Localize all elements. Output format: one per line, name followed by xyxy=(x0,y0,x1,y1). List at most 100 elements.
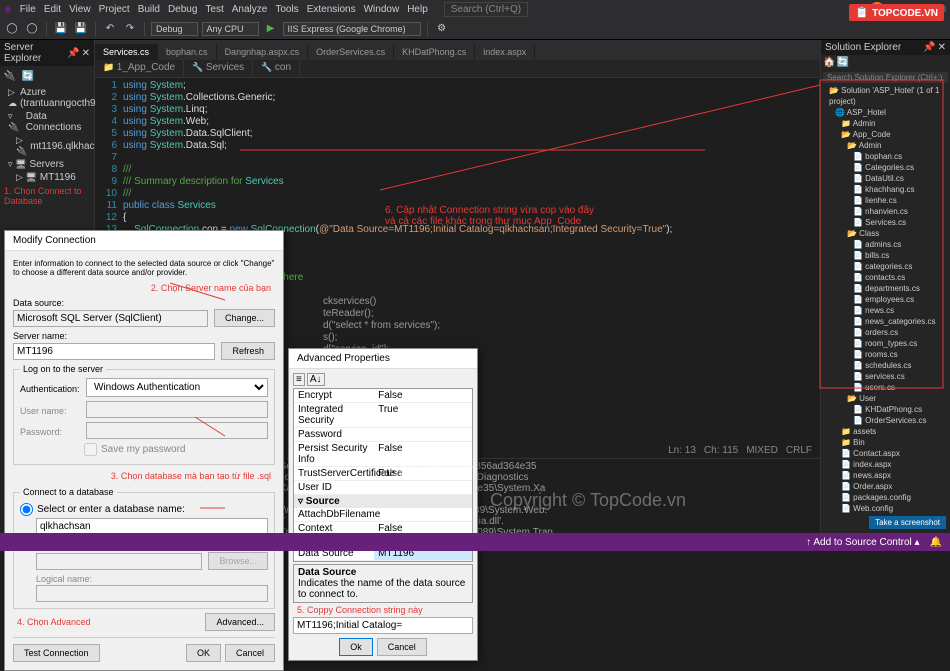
sln-item[interactable]: 📄 news_categories.cs xyxy=(821,316,950,327)
subtab-appcode[interactable]: 📁 1_App_Code xyxy=(95,60,184,77)
dialog1-cancel-button[interactable]: Cancel xyxy=(225,644,275,662)
sln-item[interactable]: 📁 Bin xyxy=(821,437,950,448)
sln-item[interactable]: 📄 room_types.cs xyxy=(821,338,950,349)
tab-services[interactable]: Services.cs xyxy=(95,44,158,60)
connect-icon[interactable]: 🔌 xyxy=(2,68,18,84)
sln-item[interactable]: 📄 admins.cs xyxy=(821,239,950,250)
platform-combo[interactable]: Any CPU xyxy=(202,22,259,36)
menu-window[interactable]: Window xyxy=(364,4,400,15)
menu-extensions[interactable]: Extensions xyxy=(307,4,356,15)
menu-file[interactable]: File xyxy=(20,4,36,15)
tree-data-connections[interactable]: ▿ 🔌 Data Connections xyxy=(0,110,94,134)
server-name-combo[interactable] xyxy=(13,343,215,360)
undo-icon[interactable]: ↶ xyxy=(102,21,118,37)
redo-icon[interactable]: ↷ xyxy=(122,21,138,37)
tree-servers[interactable]: ▿ 🖥 Servers xyxy=(0,158,94,171)
sln-item[interactable]: 📄 rooms.cs xyxy=(821,349,950,360)
menu-analyze[interactable]: Analyze xyxy=(232,4,268,15)
menu-project[interactable]: Project xyxy=(99,4,130,15)
tab-bophan[interactable]: bophan.cs xyxy=(158,44,217,60)
play-icon[interactable]: ▶ xyxy=(263,21,279,37)
sln-item[interactable]: 📄 services.cs xyxy=(821,371,950,382)
subtab-services[interactable]: 🔧 Services xyxy=(184,60,253,77)
tool-icon[interactable]: ⚙ xyxy=(434,21,450,37)
config-combo[interactable]: Debug xyxy=(151,22,198,36)
screenshot-button[interactable]: Take a screenshot xyxy=(869,516,946,529)
refresh-icon[interactable]: 🔄 xyxy=(20,68,36,84)
sln-item[interactable]: 📄 khachhang.cs xyxy=(821,184,950,195)
solution-search[interactable]: Search Solution Explorer (Ctrl+;) xyxy=(823,72,948,83)
categorize-icon[interactable]: ≡ xyxy=(293,373,305,386)
sln-item[interactable]: 📄 orders.cs xyxy=(821,327,950,338)
sln-item[interactable]: 📄 bills.cs xyxy=(821,250,950,261)
sln-item[interactable]: 📂 Class xyxy=(821,228,950,239)
sln-item[interactable]: 📄 DataUtil.cs xyxy=(821,173,950,184)
sln-item[interactable]: 📂 User xyxy=(821,393,950,404)
sln-item[interactable]: 📂 Admin xyxy=(821,140,950,151)
change-button[interactable]: Change... xyxy=(214,309,275,327)
sln-item[interactable]: 📄 users.cs xyxy=(821,382,950,393)
sln-item[interactable]: 📄 employees.cs xyxy=(821,294,950,305)
forward-icon[interactable]: ◯ xyxy=(24,21,40,37)
menu-tools[interactable]: Tools xyxy=(275,4,298,15)
menu-test[interactable]: Test xyxy=(205,4,223,15)
menu-debug[interactable]: Debug xyxy=(168,4,197,15)
save-icon[interactable]: 💾 xyxy=(53,21,69,37)
sln-item[interactable]: 📄 KHDatPhong.cs xyxy=(821,404,950,415)
sln-item[interactable]: 📄 news.aspx xyxy=(821,470,950,481)
menu-build[interactable]: Build xyxy=(138,4,160,15)
sln-item[interactable]: 📄 OrderServices.cs xyxy=(821,415,950,426)
tab-orderservices[interactable]: OrderServices.cs xyxy=(308,44,394,60)
notifications-icon[interactable]: 🔔 xyxy=(930,537,942,548)
close-icon[interactable]: ✕ xyxy=(938,42,946,53)
connection-string-input[interactable] xyxy=(293,617,473,634)
tab-khdatphong[interactable]: KHDatPhong.cs xyxy=(394,44,475,60)
saveall-icon[interactable]: 💾 xyxy=(73,21,89,37)
sln-item[interactable]: 📄 news.cs xyxy=(821,305,950,316)
dialog2-ok-button[interactable]: Ok xyxy=(339,638,373,656)
sln-item[interactable]: 📂 App_Code xyxy=(821,129,950,140)
dialog1-ok-button[interactable]: OK xyxy=(186,644,221,662)
sln-item[interactable]: 📁 assets xyxy=(821,426,950,437)
launch-combo[interactable]: IIS Express (Google Chrome) xyxy=(283,22,421,36)
sln-item[interactable]: 📄 nhanvien.cs xyxy=(821,206,950,217)
subtab-con[interactable]: 🔧 con xyxy=(253,60,300,77)
refresh-button[interactable]: Refresh xyxy=(221,342,275,360)
sln-item[interactable]: 📄 Categories.cs xyxy=(821,162,950,173)
sln-item[interactable]: 📄 schedules.cs xyxy=(821,360,950,371)
menu-help[interactable]: Help xyxy=(407,4,428,15)
pin-icon[interactable]: 📌 xyxy=(67,48,79,59)
source-control-button[interactable]: ↑ Add to Source Control ▴ xyxy=(806,537,919,548)
sln-item[interactable]: 📄 Web.config xyxy=(821,503,950,514)
sln-item[interactable]: 📄 Contact.aspx xyxy=(821,448,950,459)
tree-azure[interactable]: ▷ ☁ Azure (trantuanngocth97@...) xyxy=(0,86,94,110)
dialog2-cancel-button[interactable]: Cancel xyxy=(377,638,427,656)
auth-combo[interactable]: Windows Authentication xyxy=(86,378,268,397)
home-icon[interactable]: 🏠 xyxy=(823,57,835,68)
sln-item[interactable]: 🌐 ASP_Hotel xyxy=(821,107,950,118)
advanced-button[interactable]: Advanced... xyxy=(205,613,275,631)
sln-item[interactable]: 📄 categories.cs xyxy=(821,261,950,272)
tree-db-connection[interactable]: ▷ 🔌 mt1196.qlkhachsan.dbo xyxy=(0,134,94,158)
menu-view[interactable]: View xyxy=(69,4,91,15)
tree-server-mt1196[interactable]: ▷ 🖥 MT1196 xyxy=(0,171,94,184)
select-db-radio[interactable] xyxy=(20,503,33,516)
sln-item[interactable]: 📄 bophan.cs xyxy=(821,151,950,162)
close-icon[interactable]: ✕ xyxy=(82,48,90,59)
sync-icon[interactable]: 🔄 xyxy=(836,57,848,68)
sln-item[interactable]: 📄 departments.cs xyxy=(821,283,950,294)
tab-index[interactable]: index.aspx xyxy=(475,44,535,60)
back-icon[interactable]: ◯ xyxy=(4,21,20,37)
sln-item[interactable]: 📄 contacts.cs xyxy=(821,272,950,283)
search-box[interactable]: Search (Ctrl+Q) xyxy=(444,2,528,17)
sln-item[interactable]: 📄 index.aspx xyxy=(821,459,950,470)
test-connection-button[interactable]: Test Connection xyxy=(13,644,100,662)
sln-item[interactable]: 📄 Services.cs xyxy=(821,217,950,228)
sln-item[interactable]: 📁 Admin xyxy=(821,118,950,129)
pin-icon[interactable]: 📌 xyxy=(923,42,935,53)
sln-item[interactable]: 📄 lienhe.cs xyxy=(821,195,950,206)
alpha-icon[interactable]: A↓ xyxy=(307,373,325,386)
sln-item[interactable]: 📄 packages.config xyxy=(821,492,950,503)
sln-item[interactable]: 📂 Solution 'ASP_Hotel' (1 of 1 project) xyxy=(821,85,950,107)
sln-item[interactable]: 📄 Order.aspx xyxy=(821,481,950,492)
